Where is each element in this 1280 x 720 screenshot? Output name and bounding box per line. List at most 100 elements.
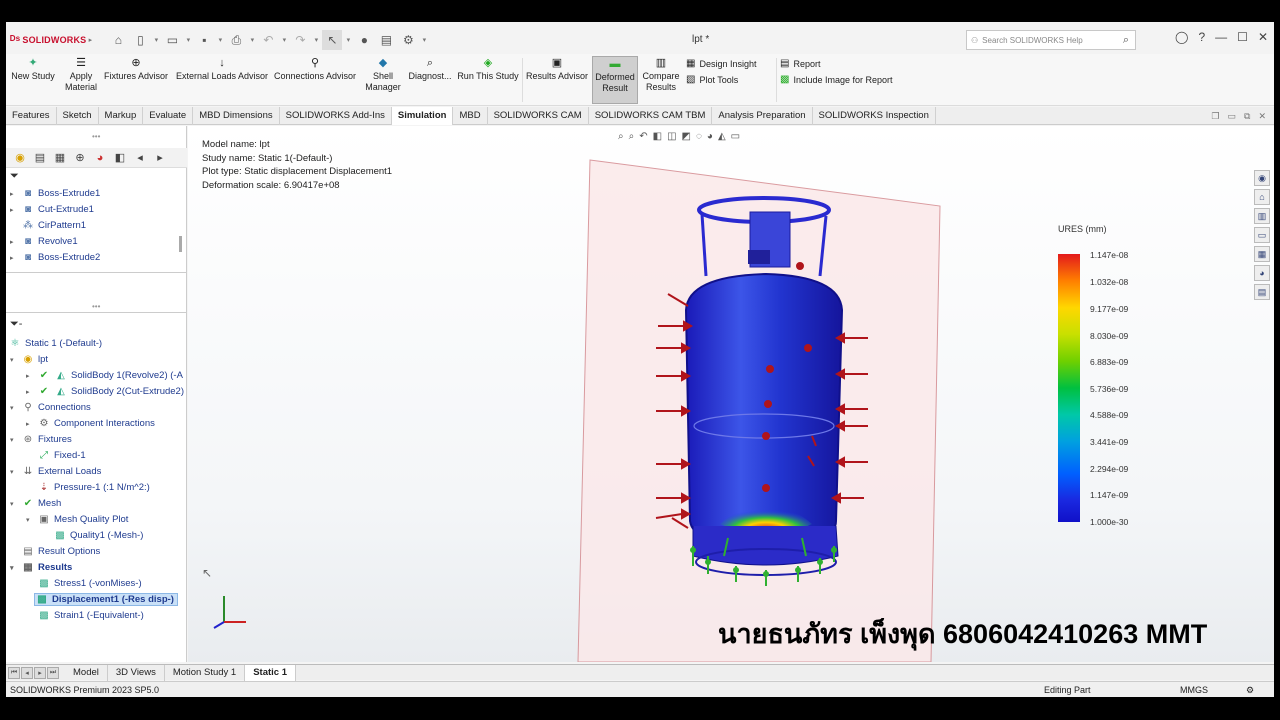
tab-cam[interactable]: SOLIDWORKS CAM xyxy=(488,107,589,125)
results-advisor-button[interactable]: ▣ Results Advisor xyxy=(524,56,590,82)
close-doc-icon[interactable]: ✕ xyxy=(1258,111,1266,122)
filter-icon[interactable]: ⏷ xyxy=(10,170,19,183)
compare-results-button[interactable]: ▥ Compare Results xyxy=(640,56,682,93)
redo-icon[interactable]: ↷ xyxy=(290,30,310,50)
tab-motion-study-1[interactable]: Motion Study 1 xyxy=(165,664,246,681)
tab-features[interactable]: Features xyxy=(6,107,57,125)
tank-model-render[interactable] xyxy=(188,126,1274,662)
help-icon[interactable]: ? xyxy=(1198,30,1205,44)
tab-3d-views[interactable]: 3D Views xyxy=(108,664,165,681)
tree-fixtures[interactable]: ▾ ⊛ Fixtures xyxy=(10,434,72,445)
scroll-left-icon[interactable]: ◂ xyxy=(132,150,148,166)
include-image-button[interactable]: ▩ Include Image for Report xyxy=(780,74,893,85)
tab-static-1[interactable]: Static 1 xyxy=(245,664,296,681)
cam-manager-icon[interactable]: ◧ xyxy=(112,150,128,166)
user-icon[interactable]: ◯ xyxy=(1175,30,1188,44)
sim-filter-icon[interactable]: ⏷- xyxy=(10,318,22,331)
search-icon[interactable]: ⌕ xyxy=(1123,34,1129,47)
tab-addins[interactable]: SOLIDWORKS Add-Ins xyxy=(280,107,392,125)
undo-dropdown-icon[interactable]: ▾ xyxy=(280,36,288,44)
tree-cirpattern1[interactable]: ⁂ CirPattern1 xyxy=(10,220,86,231)
tab-evaluate[interactable]: Evaluate xyxy=(143,107,194,125)
splitter[interactable] xyxy=(6,312,187,313)
minimize-icon[interactable]: — xyxy=(1215,30,1227,44)
tree-stress1[interactable]: ▩ Stress1 (-vonMises-) xyxy=(26,578,141,589)
tree-solidbody2[interactable]: ▸ ✔ ◭ SolidBody 2(Cut-Extrude2) xyxy=(26,386,184,397)
display-manager-icon[interactable]: ◕ xyxy=(92,150,108,166)
tree-revolve1[interactable]: ▸ ◙ Revolve1 xyxy=(10,236,78,247)
last-tab-icon[interactable]: ⏭ xyxy=(47,666,59,679)
tree-boss-extrude2[interactable]: ▸ ◙ Boss-Extrude2 xyxy=(10,252,100,263)
window-restore-icon[interactable]: ⧉ xyxy=(1244,111,1250,122)
property-manager-icon[interactable]: ▤ xyxy=(32,150,48,166)
tab-inspection[interactable]: SOLIDWORKS Inspection xyxy=(813,107,936,125)
tree-boss-extrude1[interactable]: ▸ ◙ Boss-Extrude1 xyxy=(10,188,100,199)
resize-grip[interactable]: ••• xyxy=(92,302,100,311)
report-button[interactable]: ▤ Report xyxy=(780,58,820,69)
external-loads-advisor-button[interactable]: ↓ External Loads Advisor xyxy=(174,56,270,82)
redo-dropdown-icon[interactable]: ▾ xyxy=(312,36,320,44)
configuration-manager-icon[interactable]: ▦ xyxy=(52,150,68,166)
close-icon[interactable]: ✕ xyxy=(1258,30,1268,44)
tree-part-lpt[interactable]: ▾ ◉ lpt xyxy=(10,354,48,365)
new-study-button[interactable]: ✦ New Study xyxy=(10,56,56,82)
tree-strain1[interactable]: ▩ Strain1 (-Equivalent-) xyxy=(26,610,144,621)
connections-advisor-button[interactable]: ⚲ Connections Advisor xyxy=(272,56,358,82)
tree-static-study[interactable]: ⚛ Static 1 (-Default-) xyxy=(8,338,103,349)
tree-result-options[interactable]: ▤ Result Options xyxy=(10,546,100,557)
tab-mbd[interactable]: MBD xyxy=(453,107,488,125)
file-properties-icon[interactable]: ▤ xyxy=(376,30,396,50)
tree-results[interactable]: ▾ ▦ Results xyxy=(10,562,72,573)
options-dropdown-icon[interactable]: ▾ xyxy=(420,36,428,44)
status-settings-icon[interactable]: ⚙ xyxy=(1246,685,1254,696)
tile-icon[interactable]: ▭ xyxy=(1228,111,1237,122)
tab-sketch[interactable]: Sketch xyxy=(57,107,99,125)
solidworks-logo[interactable]: ᴰˢ SOLIDWORKS xyxy=(10,33,86,47)
shell-manager-button[interactable]: ◆ Shell Manager xyxy=(362,56,404,93)
tab-cam-tbm[interactable]: SOLIDWORKS CAM TBM xyxy=(589,107,713,125)
splitter[interactable] xyxy=(6,272,187,273)
tree-pressure1[interactable]: ⇣ Pressure-1 (:1 N/m^2:) xyxy=(26,482,150,493)
unit-system[interactable]: MMGS xyxy=(1180,685,1208,695)
tab-analysis-preparation[interactable]: Analysis Preparation xyxy=(712,107,813,125)
tree-displacement1[interactable]: ▩ Displacement1 (-Res disp-) xyxy=(34,593,178,606)
new-file-icon[interactable]: ▯ xyxy=(130,30,150,50)
tab-simulation[interactable]: Simulation xyxy=(391,107,454,125)
feature-tree-scrollbar[interactable] xyxy=(179,236,182,252)
tree-connections[interactable]: ▾ ⚲ Connections xyxy=(10,402,91,413)
print-icon[interactable]: ⎙ xyxy=(226,30,246,50)
tree-cut-extrude1[interactable]: ▸ ◙ Cut-Extrude1 xyxy=(10,204,94,215)
design-insight-button[interactable]: ▦ Design Insight xyxy=(686,58,757,69)
tree-quality1[interactable]: ▩ Quality1 (-Mesh-) xyxy=(42,530,143,541)
tree-mesh[interactable]: ▾ ✔ Mesh xyxy=(10,498,61,509)
tree-solidbody1[interactable]: ▸ ✔ ◭ SolidBody 1(Revolve2) (-A xyxy=(26,370,183,381)
save-icon[interactable]: ▪ xyxy=(194,30,214,50)
feature-manager-icon[interactable]: ◉ xyxy=(12,150,28,166)
tree-external-loads[interactable]: ▾ ⇊ External Loads xyxy=(10,466,101,477)
tab-mbd-dimensions[interactable]: MBD Dimensions xyxy=(193,107,280,125)
select-dropdown-icon[interactable]: ▾ xyxy=(344,36,352,44)
options-gear-icon[interactable]: ⚙ xyxy=(398,30,418,50)
graphics-area[interactable]: Model name: lpt Study name: Static 1(-De… xyxy=(188,126,1274,662)
rebuild-icon[interactable]: ● xyxy=(354,30,374,50)
tab-model[interactable]: Model xyxy=(65,664,108,681)
first-tab-icon[interactable]: ⏮ xyxy=(8,666,20,679)
fixtures-advisor-button[interactable]: ⊕ Fixtures Advisor xyxy=(102,56,170,82)
tab-markup[interactable]: Markup xyxy=(99,107,144,125)
save-dropdown-icon[interactable]: ▾ xyxy=(216,36,224,44)
plot-tools-button[interactable]: ▧ Plot Tools xyxy=(686,74,738,85)
tree-component-interactions[interactable]: ▸ ⚙ Component Interactions xyxy=(26,418,155,429)
search-help-input[interactable]: ⚇ Search SOLIDWORKS Help ⌕ xyxy=(966,30,1136,50)
tree-mesh-quality-plot[interactable]: ▾ ▣ Mesh Quality Plot xyxy=(26,514,128,525)
menu-expand-icon[interactable]: ▸ xyxy=(86,36,94,44)
home-icon[interactable]: ⌂ xyxy=(108,30,128,50)
maximize-icon[interactable]: ☐ xyxy=(1237,30,1248,44)
apply-material-button[interactable]: ☰ Apply Material xyxy=(60,56,102,93)
deformed-result-button[interactable]: ▬ Deformed Result xyxy=(592,56,638,104)
scroll-right-icon[interactable]: ▸ xyxy=(152,150,168,166)
diagnostics-button[interactable]: ⌕ Diagnost... xyxy=(406,56,454,82)
run-study-button[interactable]: ◈ Run This Study xyxy=(456,56,520,82)
print-dropdown-icon[interactable]: ▾ xyxy=(248,36,256,44)
prev-tab-icon[interactable]: ◂ xyxy=(21,666,33,679)
new-dropdown-icon[interactable]: ▾ xyxy=(152,36,160,44)
